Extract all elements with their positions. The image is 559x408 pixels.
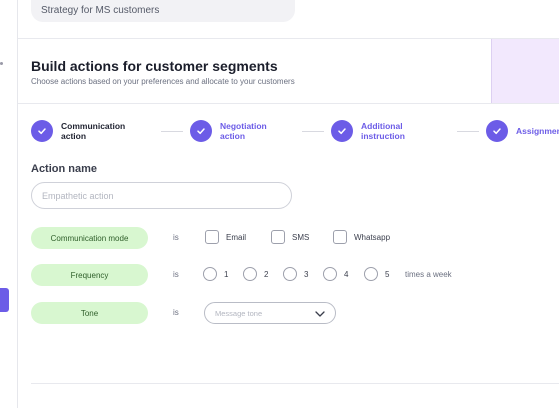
step-negotiation-action[interactable]: Negotiation action — [190, 119, 276, 143]
frequency-radio-5[interactable] — [364, 267, 378, 281]
email-checkbox[interactable] — [205, 230, 219, 244]
frequency-label-1: 1 — [224, 269, 229, 279]
check-icon — [31, 120, 53, 142]
frequency-option-1[interactable]: 1 — [203, 267, 228, 281]
frequency-option-3[interactable]: 3 — [283, 267, 308, 281]
frequency-radio-1[interactable] — [203, 267, 217, 281]
step-assignment[interactable]: Assignment — [486, 119, 559, 143]
section-header: Build actions for customer segments Choo… — [18, 39, 559, 103]
action-name-input[interactable] — [31, 182, 292, 209]
step-communication-action[interactable]: Communication action — [31, 119, 133, 143]
frequency-label-2: 2 — [264, 269, 269, 279]
strategy-name-text: Strategy for MS customers — [41, 5, 160, 16]
sms-label: SMS — [292, 232, 310, 242]
check-icon — [486, 120, 508, 142]
step-connector — [302, 131, 324, 132]
frequency-suffix: times a week — [405, 270, 452, 279]
hero-illustration-panel — [491, 39, 559, 103]
check-icon — [331, 120, 353, 142]
chevron-down-icon — [315, 304, 325, 322]
divider-header — [18, 103, 559, 104]
strategy-name-field[interactable]: Strategy for MS customers — [31, 0, 295, 22]
email-label: Email — [226, 232, 247, 242]
frequency-label-4: 4 — [344, 269, 349, 279]
frequency-option-5[interactable]: 5 — [364, 267, 389, 281]
divider-bottom — [31, 383, 559, 384]
whatsapp-checkbox[interactable] — [333, 230, 347, 244]
whatsapp-label: Whatsapp — [354, 232, 391, 242]
page-title: Build actions for customer segments — [31, 58, 278, 74]
step-label: Assignment — [516, 126, 559, 136]
check-icon — [190, 120, 212, 142]
whatsapp-option[interactable]: Whatsapp — [333, 230, 390, 244]
sidebar-dot — [0, 62, 3, 65]
sidebar-active-indicator[interactable] — [0, 288, 9, 312]
sms-checkbox[interactable] — [271, 230, 285, 244]
is-operator: is — [173, 270, 179, 279]
tone-param[interactable]: Tone — [31, 302, 148, 324]
frequency-row: Frequency is 1 2 3 4 5 times a week — [31, 264, 559, 286]
frequency-label-3: 3 — [304, 269, 309, 279]
communication-mode-row: Communication mode is Email SMS Whatsapp — [31, 227, 559, 249]
step-additional-instruction[interactable]: Additional instruction — [331, 119, 419, 143]
tone-row: Tone is Message tone — [31, 302, 559, 324]
email-option[interactable]: Email — [205, 230, 246, 244]
left-sidebar — [0, 0, 18, 408]
is-operator: is — [173, 233, 179, 242]
frequency-radio-4[interactable] — [323, 267, 337, 281]
frequency-radio-2[interactable] — [243, 267, 257, 281]
message-tone-select[interactable]: Message tone — [204, 302, 336, 324]
step-label: Additional instruction — [361, 121, 405, 141]
step-label: Negotiation action — [220, 121, 267, 141]
frequency-radio-3[interactable] — [283, 267, 297, 281]
step-label: Communication action — [61, 121, 126, 141]
message-tone-placeholder: Message tone — [215, 308, 263, 318]
step-connector — [457, 131, 479, 132]
sms-option[interactable]: SMS — [271, 230, 309, 244]
frequency-param[interactable]: Frequency — [31, 264, 148, 286]
is-operator: is — [173, 308, 179, 317]
frequency-option-4[interactable]: 4 — [323, 267, 348, 281]
frequency-option-2[interactable]: 2 — [243, 267, 268, 281]
page-subtitle: Choose actions based on your preferences… — [31, 77, 295, 86]
step-connector — [161, 131, 183, 132]
frequency-label-5: 5 — [385, 269, 390, 279]
action-name-label: Action name — [31, 163, 98, 175]
communication-mode-param[interactable]: Communication mode — [31, 227, 148, 249]
